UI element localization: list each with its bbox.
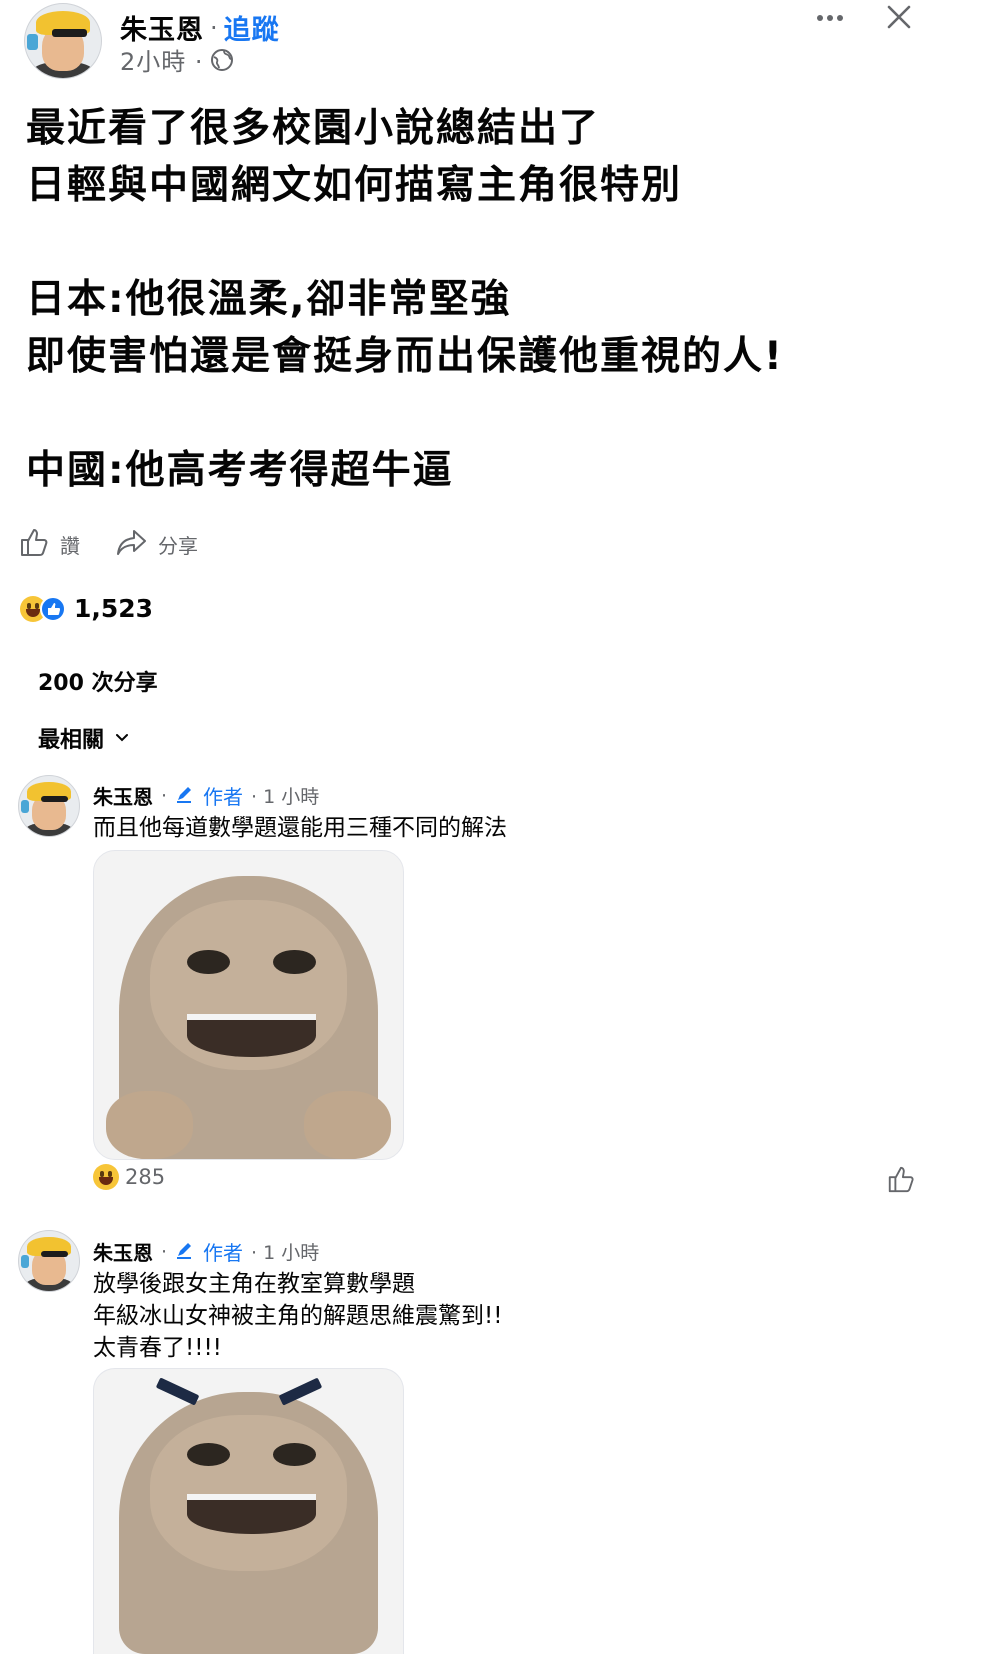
post-meta: 2小時 · — [120, 42, 234, 77]
author-avatar[interactable] — [24, 3, 102, 79]
separator-dot: · — [161, 784, 168, 807]
separator-dot: · — [210, 13, 218, 42]
share-icon — [116, 526, 148, 563]
pencil-icon — [175, 1240, 195, 1264]
chevron-down-icon — [114, 726, 130, 751]
like-label: 讚 — [60, 534, 80, 558]
share-count[interactable]: 200 次分享 — [38, 665, 158, 697]
comment-image-grinning-cat[interactable] — [93, 850, 404, 1160]
post-text: 最近看了很多校園小說總結出了 日輕與中國網文如何描寫主角很特別 日本:他很溫柔,… — [26, 106, 784, 493]
comment-reaction-summary[interactable]: 285 — [93, 1164, 165, 1190]
comment-avatar[interactable] — [18, 775, 80, 837]
share-button[interactable]: 分享 — [116, 526, 198, 563]
thumbs-up-icon — [18, 526, 50, 563]
like-reaction-icon — [40, 595, 66, 622]
comment-reaction-count: 285 — [125, 1165, 166, 1189]
separator-dot: · — [161, 1240, 168, 1263]
comment-time: · 1 小時 — [251, 786, 320, 808]
author-badge: 作者 — [203, 785, 244, 809]
comment-sort-dropdown[interactable]: 最相關 — [38, 722, 130, 754]
comment-text: 而且他每道數學題還能用三種不同的解法 — [93, 815, 507, 841]
post-time[interactable]: 2小時 · — [120, 42, 204, 77]
comment-author-name[interactable]: 朱玉恩 — [93, 1237, 153, 1266]
comment-text: 放學後跟女主角在教室算數學題 年級冰山女神被主角的解題思維震驚到!! 太青春了!… — [93, 1271, 503, 1361]
more-icon[interactable] — [816, 8, 844, 28]
comment-author-name[interactable]: 朱玉恩 — [93, 781, 153, 810]
comment-avatar[interactable] — [18, 1230, 80, 1292]
comment-header: 朱玉恩 · 作者 · 1 小時 — [93, 781, 319, 810]
like-button[interactable]: 讚 — [18, 526, 80, 563]
sort-label: 最相關 — [38, 728, 105, 753]
reaction-count: 1,523 — [74, 594, 154, 623]
pencil-icon — [175, 784, 195, 808]
globe-icon — [210, 48, 234, 72]
laugh-reaction-icon — [93, 1164, 119, 1190]
share-label: 分享 — [158, 534, 198, 558]
comment-image-angry-grinning-cat[interactable] — [93, 1368, 404, 1654]
close-icon[interactable] — [886, 4, 912, 30]
comment-like-icon[interactable] — [886, 1164, 916, 1198]
author-badge: 作者 — [203, 1241, 244, 1265]
comment-time: · 1 小時 — [251, 1242, 320, 1264]
comment-header: 朱玉恩 · 作者 · 1 小時 — [93, 1237, 319, 1266]
reaction-summary[interactable]: 1,523 — [20, 594, 153, 623]
